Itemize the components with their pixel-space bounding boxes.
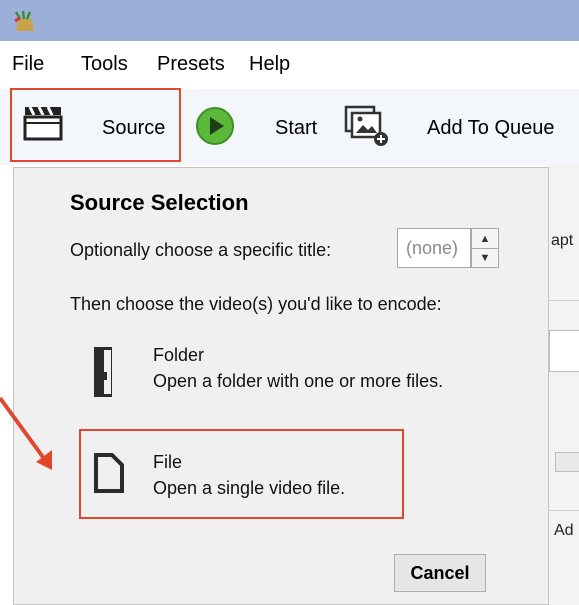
background-field [549, 330, 579, 372]
menu-tools[interactable]: Tools [81, 53, 128, 76]
add-to-queue-icon [344, 105, 388, 146]
folder-icon [94, 347, 112, 397]
app-logo-icon [14, 10, 34, 31]
play-icon [196, 107, 234, 145]
cancel-button[interactable]: Cancel [394, 554, 486, 592]
title-spinner[interactable]: ▲ ▼ [471, 228, 499, 268]
annotation-arrow-icon [0, 396, 52, 470]
start-button[interactable]: Start [192, 89, 322, 165]
folder-description: Open a folder with one or more files. [153, 371, 444, 391]
divider [549, 300, 579, 301]
menu-presets[interactable]: Presets [157, 53, 225, 76]
start-label: Start [275, 117, 318, 139]
menu-file[interactable]: File [12, 53, 44, 76]
popup-title: Source Selection [70, 190, 249, 215]
divider [549, 510, 579, 511]
background-button [555, 452, 579, 472]
title-select-input[interactable]: (none) [397, 228, 471, 268]
title-bar [0, 0, 579, 41]
folder-option[interactable]: Folder Open a folder with one or more fi… [84, 340, 504, 404]
source-highlight-box [10, 88, 181, 162]
add-to-queue-button[interactable]: Add To Queue [344, 89, 579, 165]
chevron-down-icon[interactable]: ▼ [472, 248, 498, 267]
folder-title: Folder [153, 345, 205, 365]
menu-bar: File Tools Presets Help [0, 41, 579, 89]
add-to-queue-label: Add To Queue [427, 117, 555, 139]
title-prompt: Optionally choose a specific title: [70, 240, 332, 260]
source-selection-popup: Source Selection Optionally choose a spe… [13, 167, 549, 605]
background-partial-text: apt [551, 232, 574, 249]
encode-prompt: Then choose the video(s) you'd like to e… [70, 294, 442, 314]
file-highlight-box [79, 429, 404, 519]
menu-help[interactable]: Help [249, 53, 290, 76]
background-partial-button-text: Ad [554, 522, 574, 539]
chevron-up-icon[interactable]: ▲ [472, 229, 498, 249]
